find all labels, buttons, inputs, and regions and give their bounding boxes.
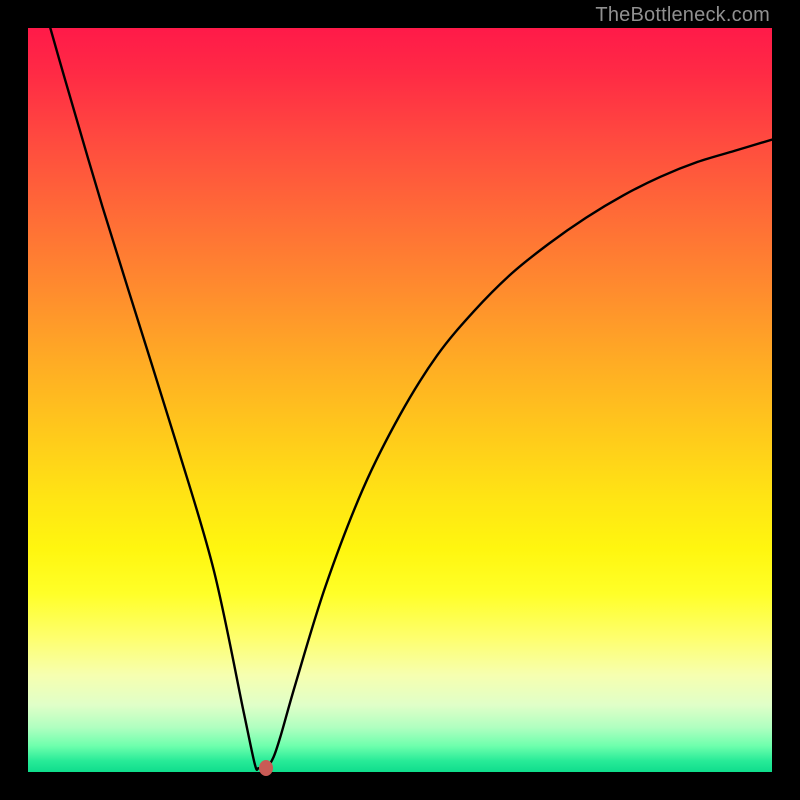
optimum-marker (259, 760, 273, 776)
attribution-text: TheBottleneck.com (595, 4, 770, 27)
plot-area (28, 28, 772, 772)
chart-frame: TheBottleneck.com (0, 0, 800, 800)
bottleneck-curve (50, 28, 772, 770)
curve-svg (28, 28, 772, 772)
